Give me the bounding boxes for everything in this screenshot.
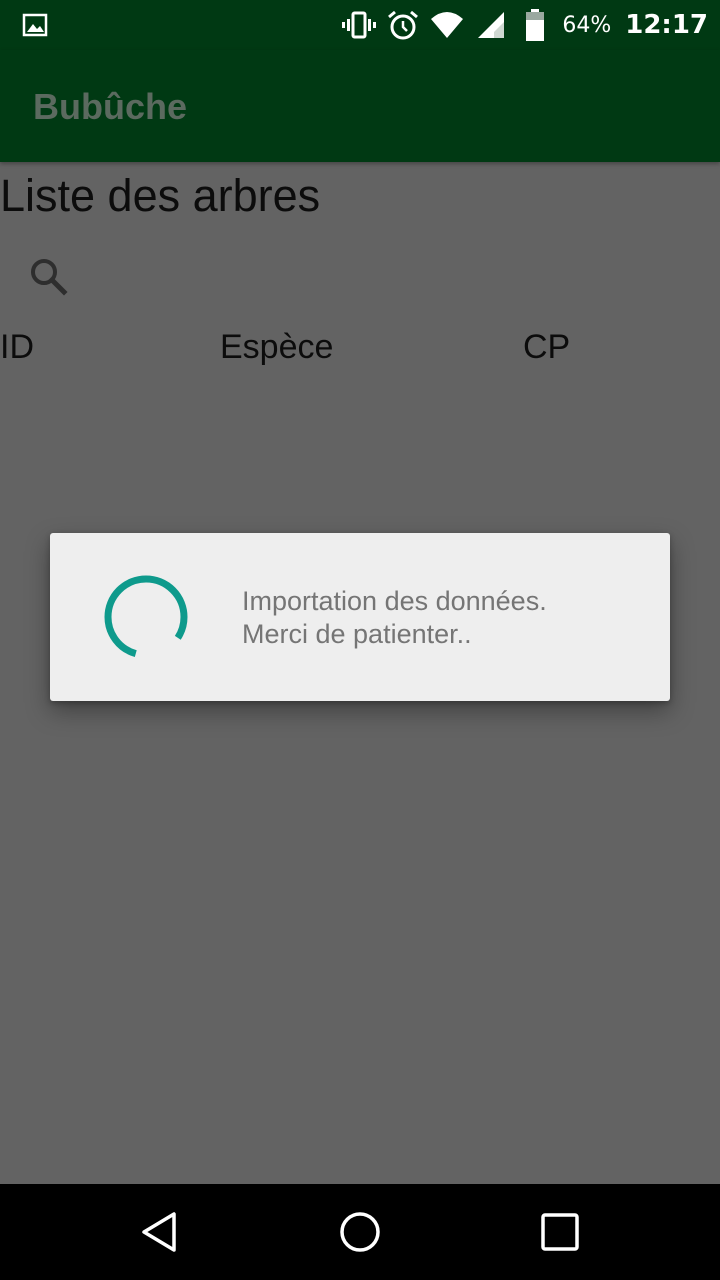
status-bar: 64% 12:17 (0, 0, 720, 50)
alarm-icon (386, 8, 420, 42)
battery-percent: 64% (562, 12, 612, 38)
wifi-icon (430, 8, 464, 42)
app-screen: 64% 12:17 Bubûche Liste des arbres ID Es… (0, 0, 720, 1280)
image-icon (22, 12, 48, 38)
dialog-message-line2: Merci de patienter.. (242, 619, 472, 649)
progress-spinner (102, 573, 190, 661)
dialog-message-line1: Importation des données. (242, 586, 547, 616)
recents-icon[interactable] (536, 1208, 584, 1256)
signal-icon (474, 8, 508, 42)
battery-icon (518, 8, 552, 42)
column-header-cp[interactable]: CP (523, 328, 570, 367)
column-header-espece[interactable]: Espèce (220, 328, 333, 367)
page-title: Liste des arbres (0, 170, 321, 221)
vibrate-icon (342, 8, 377, 42)
progress-dialog: Importation des données. Merci de patien… (50, 533, 670, 701)
home-icon[interactable] (336, 1208, 384, 1256)
search-icon[interactable] (24, 252, 72, 300)
navigation-bar (0, 1184, 720, 1280)
clock: 12:17 (625, 10, 708, 40)
app-title: Bubûche (33, 86, 188, 127)
column-header-id[interactable]: ID (0, 328, 34, 367)
app-bar: Bubûche (0, 50, 720, 162)
dialog-message: Importation des données. Merci de patien… (242, 585, 547, 651)
back-icon[interactable] (136, 1208, 184, 1256)
